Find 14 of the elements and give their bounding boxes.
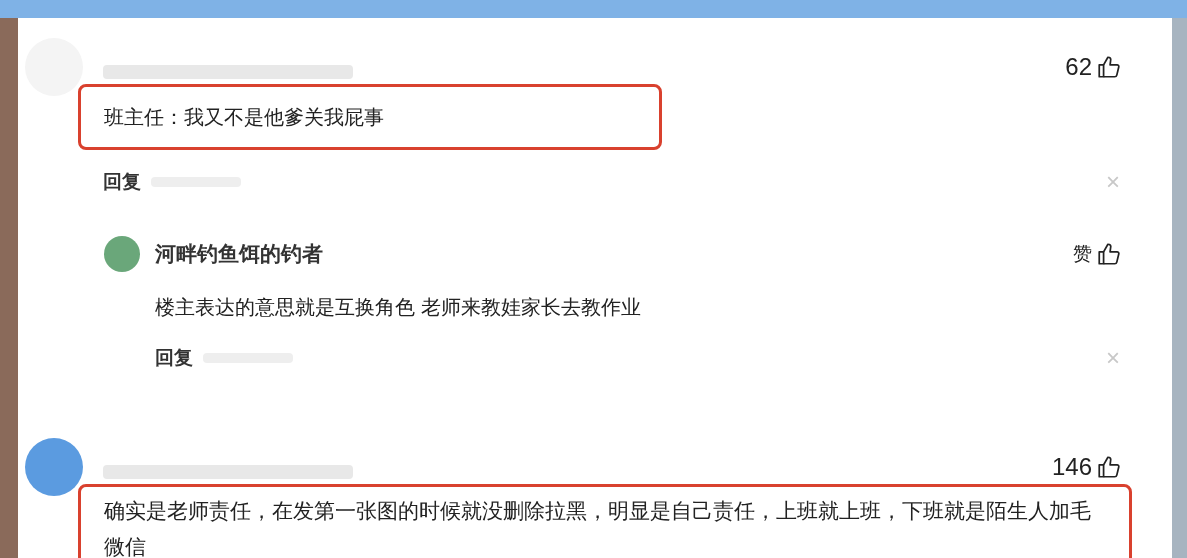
like-label: 赞 [1073, 241, 1092, 266]
like-count: 62 [1065, 52, 1092, 82]
thumbs-up-icon [1096, 54, 1122, 80]
reply-link[interactable]: 回复 [103, 167, 141, 197]
like-count: 146 [1051, 452, 1092, 482]
avatar[interactable] [25, 438, 83, 496]
avatar[interactable] [104, 236, 140, 272]
reply-link[interactable]: 回复 [155, 343, 193, 373]
reply-text: 楼主表达的意思就是互换角色 老师来教娃家长去教作业 [154, 295, 642, 320]
username[interactable]: 河畔钓鱼饵的钓者 [155, 238, 323, 270]
thumbs-up-icon [1096, 454, 1122, 480]
comment-text: 确实是老师责任，在发第一张图的时候就没删除拉黑，明显是自己责任，上班就上班，下班就是陌生人加毛微信 [104, 498, 1092, 558]
comment-text: 班主任：我又不是他爹关我屁事 [104, 105, 385, 130]
thumbs-up-icon [1096, 241, 1122, 267]
